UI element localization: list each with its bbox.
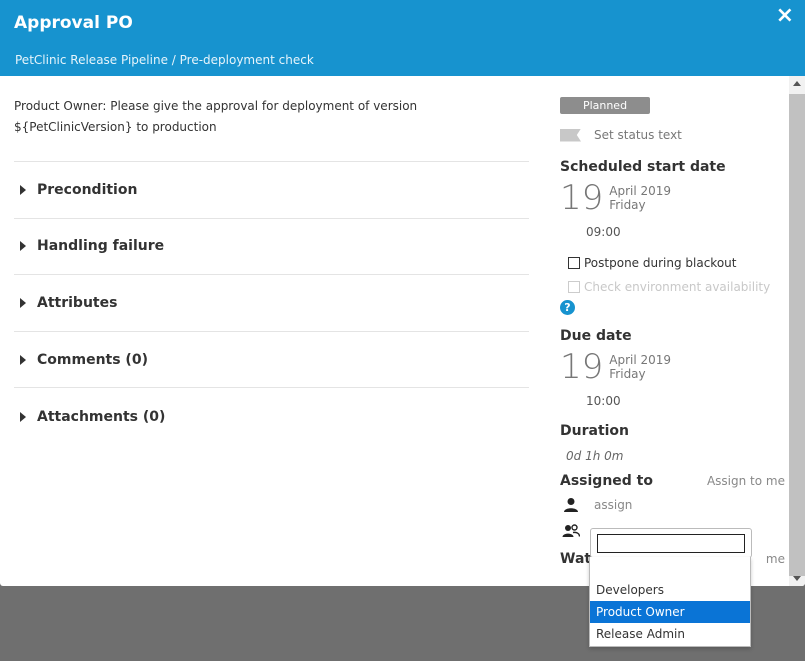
date-day: 19 (560, 347, 604, 387)
section-comments[interactable]: Comments (0) (14, 332, 529, 389)
section-attributes[interactable]: Attributes (14, 275, 529, 332)
date-meta: April 2019 Friday (609, 184, 671, 212)
assigned-to-heading: Assigned to (560, 473, 653, 489)
postpone-blackout-option[interactable]: Postpone during blackout (568, 256, 785, 270)
close-icon[interactable]: × (776, 5, 794, 27)
date-day: 19 (560, 178, 604, 218)
status-badge: Planned (560, 97, 650, 114)
due-date-heading: Due date (560, 328, 632, 344)
scroll-thumb[interactable] (789, 94, 805, 576)
check-env-option: Check environment availability (568, 280, 785, 294)
task-properties-panel: Planned Set status text Scheduled start … (560, 94, 785, 567)
collapsible-sections: Precondition Handling failure Attributes… (14, 161, 529, 445)
due-date[interactable]: 19 April 2019 Friday (560, 350, 785, 384)
caret-right-icon (20, 184, 26, 195)
dialog-header: Approval PO PetClinic Release Pipeline /… (0, 0, 805, 76)
user-icon (564, 498, 578, 512)
date-meta: April 2019 Friday (609, 353, 671, 381)
approval-dialog: Approval PO PetClinic Release Pipeline /… (0, 0, 805, 586)
scroll-down-icon[interactable] (793, 576, 801, 581)
help-row: ? (560, 300, 785, 315)
flag-icon (560, 128, 581, 142)
dropdown-option[interactable]: Release Admin (590, 623, 750, 645)
section-attachments[interactable]: Attachments (0) (14, 388, 529, 445)
team-search-input[interactable] (597, 534, 745, 553)
team-dropdown-list: Developers Product Owner Release Admin (589, 557, 751, 647)
assignee-row[interactable]: assign (560, 497, 785, 513)
team-icon (562, 524, 580, 537)
help-icon[interactable]: ? (560, 300, 575, 315)
date-weekday: Friday (609, 198, 646, 212)
scheduled-start-time[interactable]: 09:00 (586, 225, 785, 239)
dialog-title: Approval PO (14, 13, 133, 33)
section-label: Handling failure (37, 238, 165, 255)
due-time[interactable]: 10:00 (586, 394, 785, 408)
assigned-to-header: Assigned to Assign to me (560, 473, 785, 489)
duration-heading: Duration (560, 423, 630, 439)
duration-value[interactable]: 0d 1h 0m (566, 449, 785, 463)
postpone-checkbox[interactable] (568, 257, 580, 269)
date-month-year: April 2019 (609, 353, 672, 367)
scroll-up-icon[interactable] (793, 81, 801, 86)
task-main-panel: Product Owner: Please give the approval … (14, 96, 529, 445)
dropdown-option-selected[interactable]: Product Owner (590, 601, 750, 623)
caret-right-icon (20, 354, 26, 365)
assign-to-me-link[interactable]: Assign to me (707, 474, 785, 488)
set-status-text-link[interactable]: Set status text (594, 128, 682, 142)
caret-right-icon (20, 297, 26, 308)
check-env-checkbox (568, 281, 580, 293)
breadcrumb: PetClinic Release Pipeline / Pre-deploym… (15, 53, 314, 67)
watchers-assign-me-link[interactable]: me (766, 552, 785, 566)
dropdown-option[interactable] (590, 557, 750, 579)
scrollbar[interactable] (789, 76, 805, 586)
section-handling-failure[interactable]: Handling failure (14, 219, 529, 276)
scheduled-start-date[interactable]: 19 April 2019 Friday (560, 181, 785, 215)
section-precondition[interactable]: Precondition (14, 162, 529, 219)
date-weekday: Friday (609, 367, 646, 381)
section-label: Attributes (37, 294, 118, 311)
check-env-label: Check environment availability (584, 280, 771, 294)
section-label: Comments (0) (37, 351, 148, 368)
team-select[interactable] (590, 528, 752, 558)
caret-right-icon (20, 241, 26, 252)
postpone-label: Postpone during blackout (584, 256, 737, 270)
dropdown-option[interactable]: Developers (590, 579, 750, 601)
date-month-year: April 2019 (609, 184, 672, 198)
watchers-heading: Wat (560, 551, 592, 567)
assign-user-link[interactable]: assign (594, 498, 632, 512)
task-description: Product Owner: Please give the approval … (14, 99, 418, 134)
set-status-text-row[interactable]: Set status text (560, 128, 785, 142)
section-label: Attachments (0) (37, 408, 166, 425)
scheduled-start-heading: Scheduled start date (560, 159, 726, 175)
section-label: Precondition (37, 181, 138, 198)
caret-right-icon (20, 411, 26, 422)
